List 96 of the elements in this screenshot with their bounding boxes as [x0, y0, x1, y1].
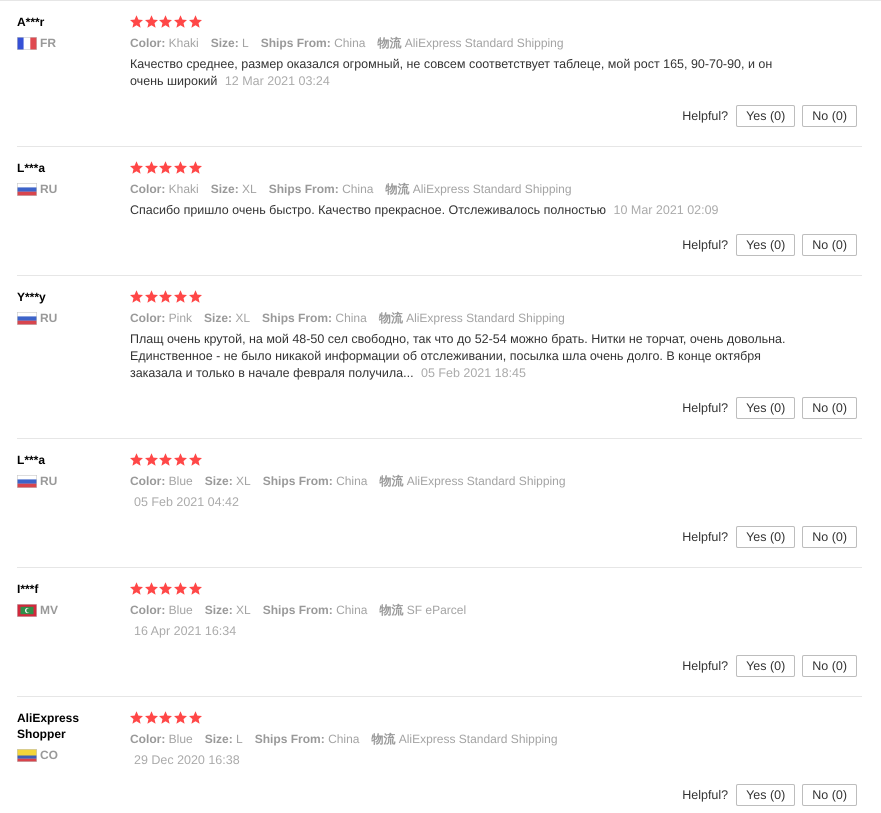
- product-attribute: 物流 SF eParcel: [379, 602, 466, 619]
- flag-icon: [17, 475, 37, 488]
- yes-button[interactable]: Yes (0): [736, 105, 796, 127]
- yes-button[interactable]: Yes (0): [736, 655, 796, 677]
- star-icon: [159, 582, 172, 594]
- product-attribute: Color: Blue: [130, 602, 193, 619]
- product-attribute: Color: Pink: [130, 310, 192, 327]
- star-icon: [188, 710, 202, 724]
- star-icon: [159, 290, 172, 302]
- helpful-label: Helpful?: [682, 400, 728, 417]
- reviewer-name: A***r: [17, 14, 46, 30]
- star-icon: [144, 582, 158, 594]
- yes-button[interactable]: Yes (0): [736, 526, 796, 548]
- helpful-label: Helpful?: [682, 108, 728, 125]
- product-attribute: Size: XL: [204, 602, 251, 619]
- review-text: Плащ очень крутой, на мой 48-50 сел свободно, так что до 52-54 можно брать. Нитки не торчат, очень довольна. Единственное - не было никакой информации об отслеживании, посылка шла очень долго. В конце октября заказала и только в начале февраля получила... 05 Feb 2021 18:45: [130, 331, 786, 382]
- star-icon: [144, 160, 158, 174]
- product-attribute: Ships From: China: [268, 181, 374, 198]
- star-icon: [130, 290, 143, 302]
- star-icon: [174, 452, 188, 466]
- no-button[interactable]: No (0): [802, 234, 857, 256]
- no-button[interactable]: No (0): [802, 105, 857, 127]
- helpful-label: Helpful?: [682, 236, 728, 254]
- flag-icon: [17, 749, 37, 762]
- yes-button[interactable]: Yes (0): [736, 784, 796, 806]
- no-button[interactable]: No (0): [802, 784, 857, 806]
- product-attribute: 物流 AliExpress Standard Shipping: [378, 310, 565, 327]
- review-date: 16 Apr 2021 16:34: [134, 624, 236, 638]
- star-icon: [159, 452, 172, 466]
- star-icon: [188, 452, 202, 466]
- product-attribute: Ships From: China: [262, 602, 368, 619]
- star-icon: [188, 14, 202, 28]
- reviewer-name: L***a: [17, 160, 46, 176]
- product-attribute: Ships From: China: [254, 731, 360, 748]
- helpful-label: Helpful?: [682, 528, 728, 546]
- product-attribute: Ships From: China: [262, 310, 367, 327]
- no-button[interactable]: No (0): [802, 526, 857, 548]
- product-attribute: 物流 AliExpress Standard Shipping: [379, 473, 566, 490]
- product-attribute: 物流 AliExpress Standard Shipping: [371, 731, 558, 748]
- product-attribute: Color: Khaki: [130, 35, 199, 52]
- country-code: FR: [40, 35, 56, 52]
- star-icon: [130, 160, 143, 174]
- no-button[interactable]: No (0): [802, 397, 857, 419]
- product-attribute: Size: L: [210, 35, 249, 52]
- helpful-label: Helpful?: [682, 658, 728, 675]
- star-icon: [174, 582, 188, 594]
- flag-icon: [17, 604, 37, 617]
- star-icon: [174, 290, 188, 302]
- star-icon: [144, 290, 158, 302]
- country-code: CO: [40, 747, 58, 764]
- yes-button[interactable]: Yes (0): [736, 397, 796, 419]
- product-attribute: 物流 AliExpress Standard Shipping: [385, 181, 572, 198]
- product-attribute: 物流 AliExpress Standard Shipping: [377, 35, 564, 52]
- star-icon: [188, 582, 202, 594]
- star-icon: [130, 14, 143, 28]
- star-icon: [174, 710, 188, 724]
- star-icon: [144, 710, 158, 724]
- star-icon: [144, 452, 158, 466]
- product-attribute: Ships From: China: [260, 35, 366, 52]
- product-attribute: Size: XL: [204, 473, 251, 490]
- flag-icon: [17, 37, 37, 50]
- product-attribute: Color: Khaki: [130, 181, 199, 198]
- star-icon: [130, 710, 143, 724]
- review-date: 29 Dec 2020 16:38: [134, 753, 240, 767]
- star-icon: [159, 710, 172, 724]
- star-icon: [188, 160, 202, 174]
- no-button[interactable]: No (0): [802, 655, 857, 677]
- flag-icon: [17, 183, 37, 196]
- product-attribute: Size: XL: [204, 310, 250, 327]
- star-icon: [159, 160, 172, 174]
- reviewer-name: Y***y: [17, 289, 47, 305]
- review-text: Спасибо пришло очень быстро. Качество прекрасное. Отслеживалось полностью 10 Mar 2021 02:09: [130, 202, 720, 219]
- yes-button[interactable]: Yes (0): [736, 234, 796, 256]
- product-attribute: Color: Blue: [130, 731, 193, 748]
- flag-icon: [17, 312, 37, 325]
- star-icon: [144, 14, 158, 28]
- reviewer-name: AliExpress Shopper: [17, 710, 80, 742]
- product-attribute: Ships From: China: [262, 473, 368, 490]
- review-text: Качество среднее, размер оказался огромный, не совсем соответствует таблеце, мой рост 165, 90-70-90, и он очень широкий 12 Mar 2021 03:24: [130, 56, 774, 90]
- product-attribute: Size: L: [204, 731, 243, 748]
- country-code: RU: [40, 473, 58, 490]
- helpful-label: Helpful?: [682, 786, 728, 804]
- star-icon: [159, 14, 172, 28]
- reviewer-name: I***f: [17, 581, 40, 597]
- country-code: RU: [40, 310, 58, 327]
- star-icon: [130, 582, 143, 594]
- star-icon: [174, 14, 188, 28]
- product-attribute: Color: Blue: [130, 473, 193, 490]
- star-icon: [174, 160, 188, 174]
- star-icon: [188, 290, 202, 302]
- reviewer-name: L***a: [17, 452, 46, 468]
- country-code: MV: [40, 602, 58, 619]
- country-code: RU: [40, 181, 58, 198]
- review-date: 05 Feb 2021 04:42: [134, 495, 239, 509]
- product-attribute: Size: XL: [210, 181, 257, 198]
- star-icon: [130, 452, 143, 466]
